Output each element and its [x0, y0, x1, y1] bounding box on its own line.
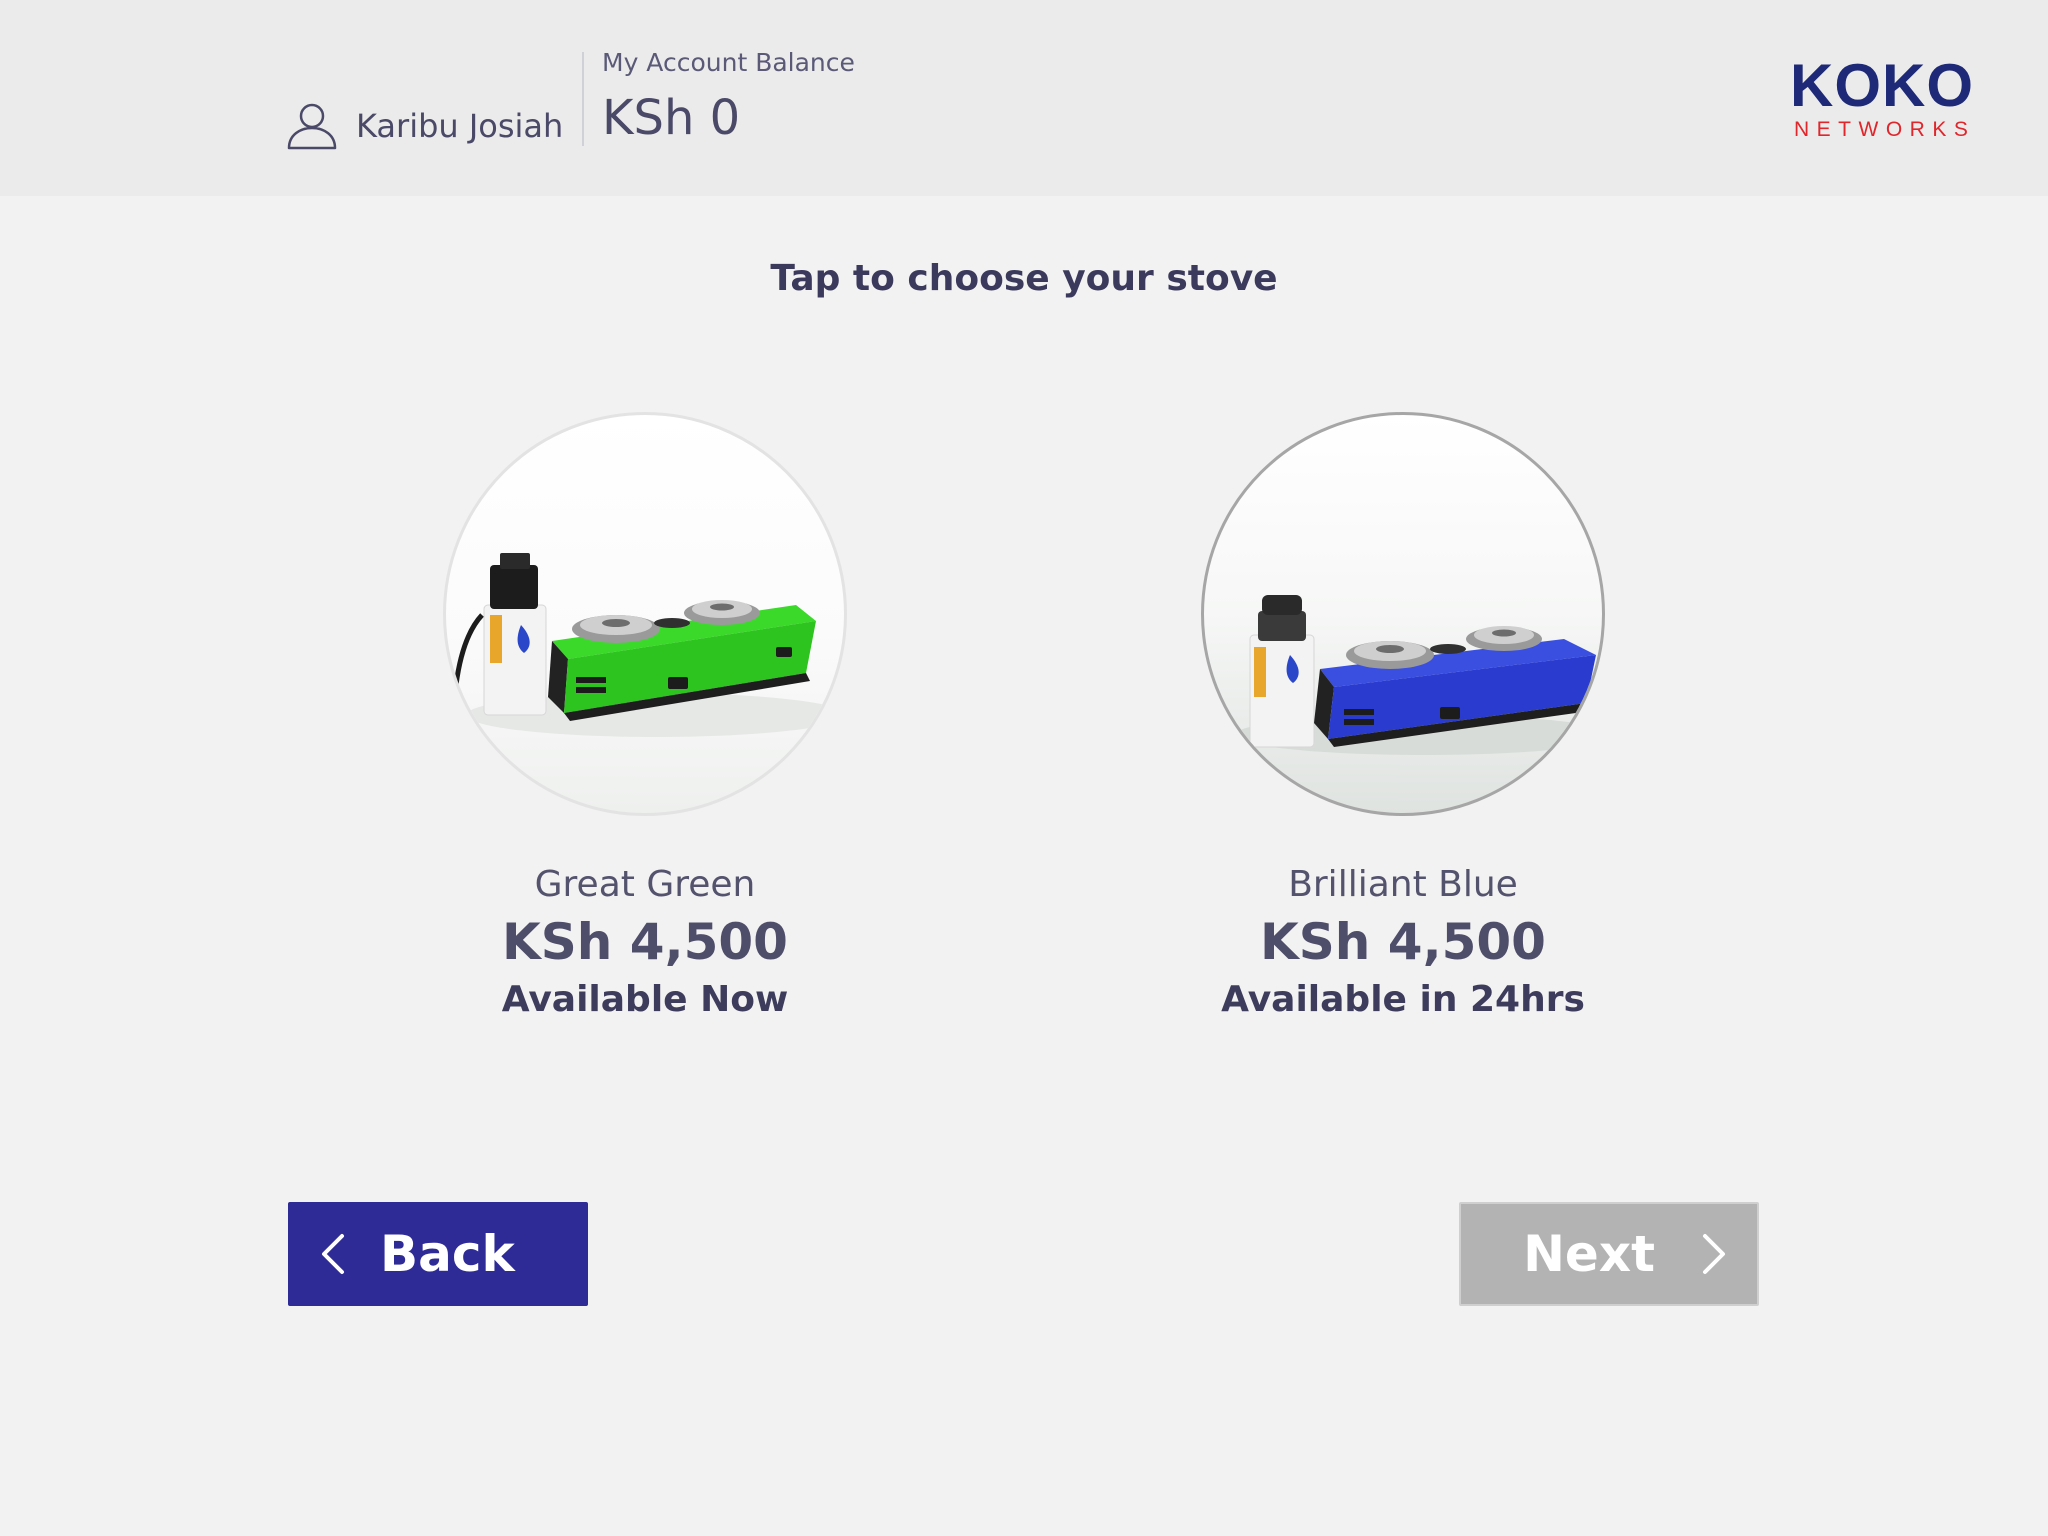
logo-subtitle: NETWORKS	[1794, 118, 1976, 141]
chevron-right-icon	[1703, 1234, 1725, 1274]
stove-option-blue[interactable]: Brilliant Blue KSh 4,500 Available in 24…	[1143, 412, 1663, 1020]
back-button[interactable]: Back	[288, 1202, 588, 1306]
stove-name: Brilliant Blue	[1288, 864, 1518, 905]
stove-name: Great Green	[534, 864, 756, 905]
header-divider	[582, 52, 584, 146]
chevron-left-icon	[322, 1234, 344, 1274]
page-title: Tap to choose your stove	[770, 258, 1278, 299]
stove-price: KSh 4,500	[1260, 913, 1546, 971]
logo-wordmark: KOKO	[1790, 52, 1974, 119]
stove-image-green[interactable]	[443, 412, 847, 816]
stove-image-blue[interactable]	[1201, 412, 1605, 816]
stove-price: KSh 4,500	[502, 913, 788, 971]
user-name: Karibu Josiah	[356, 107, 564, 145]
stove-availability: Available Now	[501, 979, 789, 1020]
back-button-label: Back	[380, 1225, 515, 1283]
balance-value: KSh 0	[602, 90, 741, 146]
user-info: Karibu Josiah	[286, 100, 563, 152]
next-button-label: Next	[1523, 1225, 1655, 1283]
koko-networks-logo: KOKO NETWORKS	[1790, 56, 1990, 142]
stove-option-green[interactable]: Great Green KSh 4,500 Available Now	[385, 412, 905, 1020]
balance-label: My Account Balance	[602, 48, 855, 77]
stove-illustration-green	[453, 553, 844, 737]
next-button[interactable]: Next	[1459, 1202, 1759, 1306]
user-icon	[287, 103, 337, 150]
stove-availability: Available in 24hrs	[1221, 979, 1585, 1020]
header: Karibu Josiah My Account Balance KSh 0 K…	[0, 0, 2048, 196]
stove-illustration-blue	[1234, 595, 1602, 755]
